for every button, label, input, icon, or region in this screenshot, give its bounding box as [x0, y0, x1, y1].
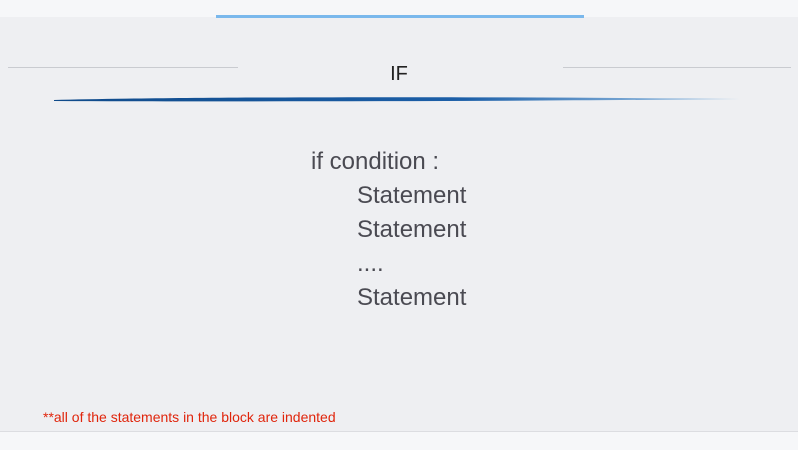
- slide-title: IF: [390, 63, 408, 85]
- code-line-statement: Statement: [357, 216, 467, 243]
- footnote: **all of the statements in the block are…: [43, 409, 336, 425]
- code-block: if condition : Statement Statement .... …: [311, 145, 466, 315]
- bottom-strip: [0, 431, 798, 450]
- title-underline-swoosh: [54, 97, 740, 102]
- code-line-ellipsis: ....: [357, 250, 384, 277]
- code-line-if: if condition :: [311, 148, 440, 175]
- code-line-statement: Statement: [357, 182, 467, 209]
- top-accent-bar: [216, 15, 584, 18]
- code-line-statement: Statement: [357, 284, 467, 311]
- slide: IF if condition : Statement Statement ..…: [0, 0, 798, 450]
